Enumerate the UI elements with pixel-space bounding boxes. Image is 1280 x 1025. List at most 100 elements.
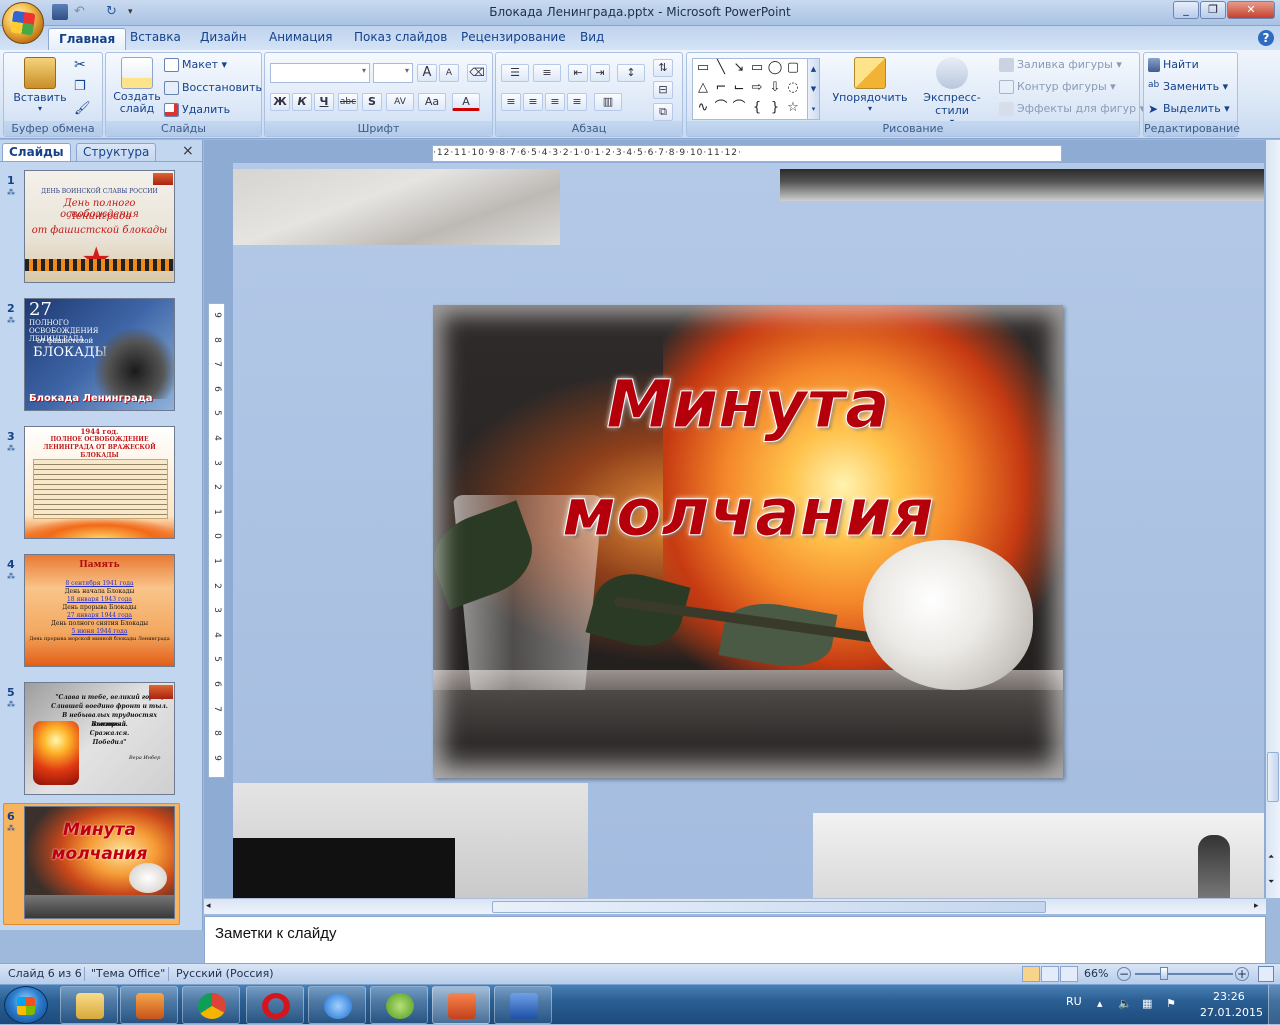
network-icon[interactable]: ▦	[1142, 997, 1152, 1010]
taskbar-chrome[interactable]	[182, 986, 240, 1024]
volume-icon[interactable]: 🔈	[1118, 997, 1132, 1010]
close-pane-button[interactable]: ×	[182, 143, 194, 159]
maximize-button[interactable]: ❐	[1200, 1, 1226, 19]
tab-review[interactable]: Рецензирование	[461, 30, 566, 44]
shrink-font-button[interactable]: A	[439, 64, 459, 82]
zoom-out-icon[interactable]: −	[1117, 967, 1131, 981]
action-center-icon[interactable]: ⚑	[1166, 997, 1176, 1010]
language-indicator[interactable]: Русский (Россия)	[176, 967, 274, 980]
justify-button[interactable]: ≡	[567, 93, 587, 111]
format-painter-icon[interactable]: 🖌	[74, 101, 91, 116]
find-button[interactable]: Найти	[1148, 58, 1199, 72]
columns-button[interactable]: ▥	[594, 93, 622, 111]
right-arrow-icon[interactable]: ⇨	[749, 81, 765, 95]
office-button[interactable]	[2, 2, 44, 44]
show-desktop-button[interactable]	[1268, 985, 1280, 1025]
layout-button[interactable]: Макет ▾	[164, 58, 227, 72]
prev-slide-icon[interactable]: ⏶	[1268, 852, 1274, 862]
start-button[interactable]	[4, 986, 48, 1024]
arrow-icon[interactable]: ↘	[731, 61, 747, 75]
curve-icon[interactable]: ∿	[695, 101, 711, 115]
slide-thumbnail-1[interactable]: ДЕНЬ ВОИНСКОЙ СЛАВЫ РОССИИ День полного …	[24, 170, 175, 283]
align-center-button[interactable]: ≡	[523, 93, 543, 111]
numbering-button[interactable]: ≡	[533, 64, 561, 82]
fit-to-window-icon[interactable]	[1258, 966, 1274, 982]
slideshow-icon[interactable]	[1060, 966, 1078, 982]
zoom-in-icon[interactable]: +	[1235, 967, 1249, 981]
input-language[interactable]: RU	[1066, 995, 1082, 1008]
slide-thumbnail-5[interactable]: "Слава и тебе, великий город, Слившей во…	[24, 682, 175, 795]
vertical-scrollbar[interactable]: ⏶ ⏷	[1266, 140, 1280, 898]
horizontal-ruler[interactable]: ·12·11·10·9·8·7·6·5·4·3·2·1·0·1·2·3·4·5·…	[432, 145, 1062, 162]
copy-icon[interactable]: ❐	[74, 79, 86, 94]
bold-button[interactable]: Ж	[270, 93, 290, 111]
italic-button[interactable]: К	[292, 93, 312, 111]
oval-icon[interactable]: ◯	[767, 61, 783, 75]
tab-slides-pane[interactable]: Слайды	[2, 143, 71, 161]
shadow-button[interactable]: S	[362, 93, 382, 111]
horizontal-scroll-thumb[interactable]	[492, 901, 1046, 913]
strike-button[interactable]: abc	[338, 93, 358, 111]
freeform-icon[interactable]: ⌒	[731, 101, 747, 115]
close-button[interactable]: ✕	[1227, 1, 1275, 19]
slide-thumbnail-2[interactable]: 27 ПОЛНОГО ОСВОБОЖДЕНИЯ ЛЕНИНГРАДА от фа…	[24, 298, 175, 411]
align-text-button[interactable]: ⊟	[653, 81, 673, 99]
shape-fill-button[interactable]: Заливка фигуры ▾	[999, 58, 1122, 72]
arc-icon[interactable]: ⌒	[713, 101, 729, 115]
slide-thumbnail-6[interactable]: Минута молчания	[24, 806, 175, 919]
font-color-button[interactable]: A	[452, 93, 480, 111]
zoom-slider-thumb[interactable]	[1160, 967, 1168, 980]
paste-button[interactable]: Вставить ▾	[12, 57, 68, 113]
taskbar-word[interactable]	[494, 986, 552, 1024]
taskbar-media[interactable]	[120, 986, 178, 1024]
zoom-slider[interactable]	[1135, 967, 1233, 980]
select-button[interactable]: ➤ Выделить ▾	[1148, 102, 1230, 116]
spacing-button[interactable]: AV	[386, 93, 414, 111]
photo-fragment-bottom-right[interactable]	[813, 813, 1264, 898]
shape-effects-button[interactable]: Эффекты для фигур ▾	[999, 102, 1145, 116]
taskbar-utorrent[interactable]	[370, 986, 428, 1024]
clock-time[interactable]: 23:26	[1213, 990, 1245, 1003]
shapes-gallery[interactable]: ▭ ╲ ↘ ▭ ◯ ▢ △ ⌐ ⌙ ⇨ ⇩ ◌ ∿ ⌒ ⌒ { } ☆ ▲ ▼ ▾	[692, 58, 820, 120]
line-icon[interactable]: ╲	[713, 61, 729, 75]
change-case-button[interactable]: Aa	[418, 93, 446, 111]
tab-outline-pane[interactable]: Структура	[76, 143, 157, 161]
tab-slideshow[interactable]: Показ слайдов	[354, 30, 447, 44]
slide-title-line2[interactable]: молчания	[433, 474, 1063, 551]
current-slide[interactable]: Минута молчания	[433, 305, 1063, 778]
tab-animation[interactable]: Анимация	[269, 30, 332, 44]
left-brace-icon[interactable]: {	[749, 101, 765, 115]
clear-format-button[interactable]: ⌫	[467, 64, 487, 82]
rectangle-icon[interactable]: ▭	[749, 61, 765, 75]
vertical-scroll-thumb[interactable]	[1267, 752, 1279, 802]
minimize-button[interactable]: _	[1173, 1, 1199, 19]
slide-thumbnail-4[interactable]: Память 8 сентября 1941 года День начала …	[24, 554, 175, 667]
callout-icon[interactable]: ◌	[785, 81, 801, 95]
underline-button[interactable]: Ч	[314, 93, 334, 111]
line-spacing-button[interactable]: ↕	[617, 64, 645, 82]
horizontal-scrollbar[interactable]: ◂ ▸	[204, 898, 1266, 914]
normal-view-icon[interactable]	[1022, 966, 1040, 982]
font-size-select[interactable]: ▾	[373, 63, 413, 83]
cut-icon[interactable]: ✂	[74, 57, 86, 73]
photo-fragment-top-right[interactable]	[780, 169, 1264, 201]
textbox-icon[interactable]: ▭	[695, 61, 711, 75]
scroll-left-icon[interactable]: ◂	[206, 901, 211, 911]
star-icon[interactable]: ☆	[785, 101, 801, 115]
clock-date[interactable]: 27.01.2015	[1200, 1006, 1263, 1019]
increase-indent-button[interactable]: ⇥	[590, 64, 610, 82]
text-direction-button[interactable]: ⇅	[653, 59, 673, 77]
photo-fragment-bottom-left[interactable]	[233, 783, 588, 898]
tab-insert[interactable]: Вставка	[130, 30, 181, 44]
decrease-indent-button[interactable]: ⇤	[568, 64, 588, 82]
next-slide-icon[interactable]: ⏷	[1268, 877, 1274, 887]
slide-title-line1[interactable]: Минута	[433, 366, 1063, 443]
reset-button[interactable]: Восстановить	[164, 81, 262, 95]
theme-name[interactable]: "Тема Office"	[91, 967, 165, 980]
font-name-select[interactable]: ▾	[270, 63, 370, 83]
help-icon[interactable]: ?	[1258, 30, 1274, 46]
triangle-icon[interactable]: △	[695, 81, 711, 95]
elbow-connector-icon[interactable]: ⌐	[713, 81, 729, 95]
down-arrow-icon[interactable]: ⇩	[767, 81, 783, 95]
replace-button[interactable]: ab Заменить ▾	[1148, 80, 1228, 94]
